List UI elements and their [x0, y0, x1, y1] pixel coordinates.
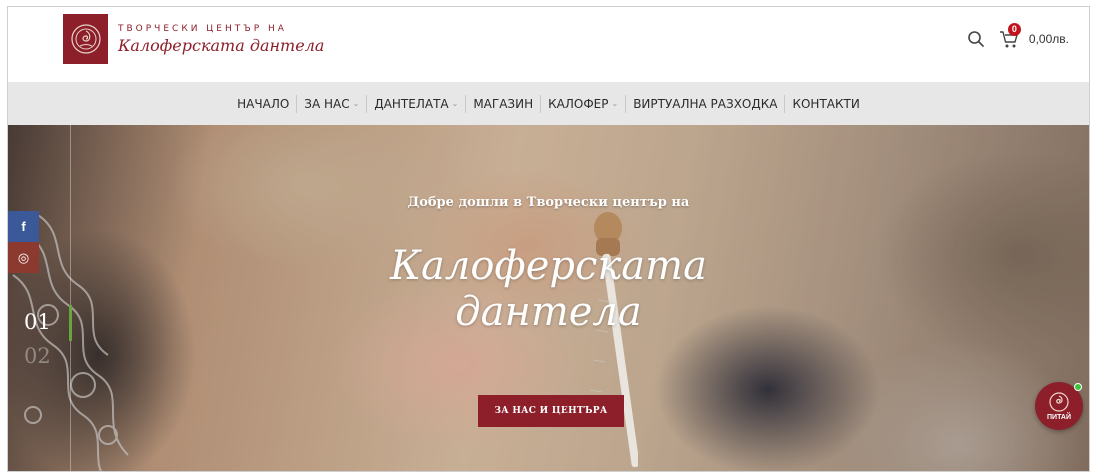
nav-item-label: КОНТАКТИ	[792, 96, 860, 111]
hero-slider[interactable]: f ◎ 01 02 Добре дошли в Творчески център…	[8, 125, 1089, 471]
nav-item-lace[interactable]: ДАНТЕЛАТА ⌄	[367, 94, 467, 113]
logo-emblem-icon	[63, 14, 108, 64]
search-icon[interactable]	[967, 30, 985, 48]
slide-number-next[interactable]: 02	[24, 344, 51, 368]
about-center-button[interactable]: ЗА НАС И ЦЕНТЪРА	[478, 395, 624, 427]
nav-item-shop[interactable]: МАГАЗИН	[466, 94, 542, 113]
chevron-down-icon: ⌄	[352, 99, 360, 108]
cart-icon[interactable]: 0	[999, 23, 1021, 49]
hero-subtitle: Добре дошли в Творчески център на	[407, 195, 690, 210]
nav-item-label: ВИРТУАЛНА РАЗХОДКА	[633, 96, 778, 111]
chat-label: ПИТАЙ	[1047, 414, 1071, 421]
cart-total[interactable]: 0,00лв.	[1029, 32, 1069, 46]
logo-text: ТВОРЧЕСКИ ЦЕНТЪР НА Калоферската дантела	[118, 24, 324, 55]
nav-item-kalofer[interactable]: КАЛОФЕР ⌄	[541, 94, 627, 113]
chevron-down-icon: ⌄	[451, 99, 459, 108]
nav-item-virtual-tour[interactable]: ВИРТУАЛНА РАЗХОДКА	[626, 94, 786, 113]
facebook-icon[interactable]: f	[8, 211, 39, 242]
nav-item-about[interactable]: ЗА НАС ⌄	[297, 94, 368, 113]
nav-item-home[interactable]: НАЧАЛО	[230, 94, 298, 113]
main-nav: НАЧАЛО ЗА НАС ⌄ ДАНТЕЛАТА ⌄ МАГАЗИН КАЛОФЕ…	[8, 82, 1089, 125]
nav-item-label: КАЛОФЕР	[548, 96, 609, 111]
nav-item-label: ДАНТЕЛАТА	[374, 96, 449, 111]
hero-title-line-1: Калоферската	[390, 243, 707, 289]
header-actions: 0 0,00лв.	[967, 23, 1069, 49]
chat-logo-icon	[1049, 392, 1069, 412]
nav-item-label: ЗА НАС	[304, 96, 350, 111]
nav-item-label: НАЧАЛО	[237, 96, 290, 111]
site-header: ТВОРЧЕСКИ ЦЕНТЪР НА Калоферската дантела…	[8, 7, 1089, 82]
browser-viewport: ТВОРЧЕСКИ ЦЕНТЪР НА Калоферската дантела…	[7, 6, 1090, 472]
logo-line-2: Калоферската дантела	[118, 35, 325, 55]
hero-title-line-2: дантела	[455, 289, 642, 335]
chevron-down-icon: ⌄	[611, 99, 619, 108]
nav-item-label: МАГАЗИН	[473, 96, 534, 111]
cart-count-badge: 0	[1007, 23, 1021, 36]
site-logo[interactable]: ТВОРЧЕСКИ ЦЕНТЪР НА Калоферската дантела	[63, 14, 324, 64]
logo-line-1: ТВОРЧЕСКИ ЦЕНТЪР НА	[118, 23, 287, 34]
chat-widget-button[interactable]: ПИТАЙ	[1035, 382, 1083, 430]
hero-title: Калоферската дантела	[8, 243, 1089, 335]
nav-item-contacts[interactable]: КОНТАКТИ	[785, 95, 866, 113]
online-status-dot	[1074, 383, 1082, 391]
